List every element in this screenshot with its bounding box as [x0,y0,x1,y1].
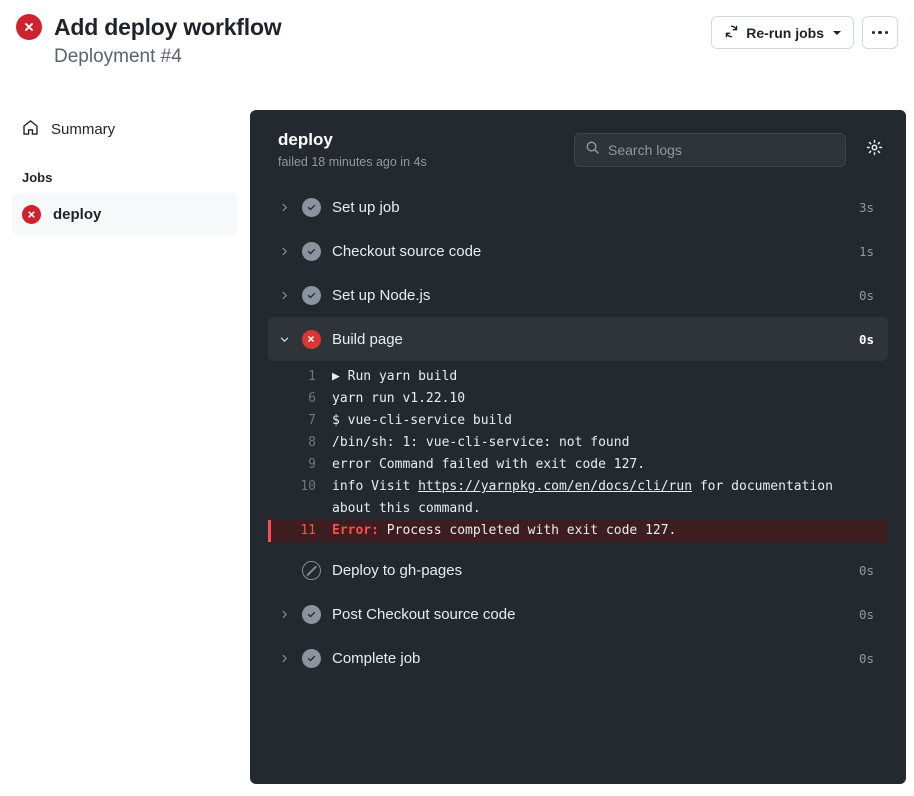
run-title-block: Add deploy workflow Deployment #4 [16,14,711,69]
sidebar-job-label: deploy [53,205,102,223]
step-row[interactable]: Checkout source code 1s [268,229,888,273]
error-tag: Error: [332,523,379,539]
chevron-right-icon[interactable] [272,246,296,257]
step-duration: 0s [858,650,874,666]
chevron-right-icon[interactable] [272,609,296,620]
step-label: Deploy to gh-pages [332,561,463,579]
log-line-number: 1 [308,369,316,385]
group-caret-icon[interactable]: ▶ [332,369,348,384]
step-duration: 1s [858,243,874,259]
step-row[interactable]: Complete job 0s [268,636,888,680]
x-circle-fill-icon [296,329,326,349]
step-row[interactable]: Set up job 3s [268,185,888,229]
more-options-button[interactable] [862,16,898,49]
rerun-jobs-label: Re-run jobs [746,24,824,41]
step-duration: 0s [858,331,874,347]
log-line-text: Error: Process completed with exit code … [332,523,677,539]
search-logs-input[interactable] [608,141,835,158]
step-duration: 0s [858,287,874,303]
step-duration: 0s [858,562,874,578]
yarn-docs-link[interactable]: https://yarnpkg.com/en/docs/cli/run [418,479,692,494]
kebab-horizontal-icon [871,30,876,35]
sync-icon [724,24,739,42]
log-line-number: 9 [308,457,316,473]
log-line-number: 6 [308,391,316,407]
step-duration: 0s [858,606,874,622]
sidebar-jobs-heading: Jobs [22,170,53,185]
log-output: 1 ▶ Run yarn build 6 yarn run v1.22.10 7… [268,361,888,548]
step-row-build-page[interactable]: Build page 0s [268,317,888,362]
search-icon [585,140,600,160]
log-job-status-text: failed 18 minutes ago in 4s [278,155,427,170]
sidebar-item-summary-label: Summary [51,120,116,138]
steps-list: Set up job 3s Checkout source code 1s Se… [250,185,906,680]
page-title: Add deploy workflow [54,14,282,40]
step-duration: 3s [858,199,874,215]
chevron-down-icon[interactable] [272,334,296,345]
step-label: Checkout source code [332,242,482,260]
step-label: Complete job [332,649,421,667]
home-icon [22,119,39,140]
check-circle-fill-icon [296,241,326,261]
skip-circle-icon [296,560,326,580]
log-line-text: ▶ Run yarn build [332,369,458,385]
sidebar-item-summary[interactable]: Summary [12,110,238,148]
gear-icon [866,139,883,161]
step-label: Set up Node.js [332,286,431,304]
log-line: 7 $ vue-cli-service build [268,410,888,432]
log-line-number: 11 [300,523,316,539]
chevron-right-icon[interactable] [272,202,296,213]
search-logs-box[interactable] [574,132,846,167]
check-circle-fill-icon [296,648,326,668]
log-line-text: error Command failed with exit code 127. [332,457,646,473]
step-label: Post Checkout source code [332,605,516,623]
log-job-name: deploy [278,130,333,149]
step-row[interactable]: Set up Node.js 0s [268,273,888,317]
chevron-down-icon [833,30,841,35]
sidebar: Summary Jobs deploy [0,110,250,235]
check-circle-fill-icon [296,604,326,624]
log-line: 1 ▶ Run yarn build [268,366,888,388]
rerun-jobs-button[interactable]: Re-run jobs [711,16,854,49]
log-header-text: deploy failed 18 minutes ago in 4s [278,130,574,169]
log-settings-button[interactable] [860,136,888,164]
log-line-text: info Visit https://yarnpkg.com/en/docs/c… [332,479,841,517]
log-line: 9 error Command failed with exit code 12… [268,454,888,476]
chevron-right-icon[interactable] [272,653,296,664]
log-line-number: 10 [300,479,316,495]
x-circle-fill-icon [16,14,42,41]
kebab-horizontal-icon-dot3 [884,30,889,35]
page-subtitle: Deployment #4 [54,46,182,68]
log-line: 8 /bin/sh: 1: vue-cli-service: not found [268,432,888,454]
x-circle-fill-icon [22,204,41,224]
header-actions: Re-run jobs [711,16,898,49]
log-line-text: $ vue-cli-service build [332,413,513,429]
kebab-horizontal-icon-dot2 [878,30,882,35]
step-label: Set up job [332,198,400,216]
page-header: Add deploy workflow Deployment #4 Re-run… [0,0,914,69]
step-label: Build page [332,330,403,348]
log-line-text: yarn run v1.22.10 [332,391,466,407]
log-line-number: 7 [308,413,316,429]
log-line: 10 info Visit https://yarnpkg.com/en/doc… [268,476,888,520]
step-row[interactable]: Deploy to gh-pages 0s [268,548,888,592]
check-circle-fill-icon [296,285,326,305]
log-panel: deploy failed 18 minutes ago in 4s Searc… [250,110,906,784]
log-line-text: /bin/sh: 1: vue-cli-service: not found [332,435,630,451]
sidebar-item-job-deploy[interactable]: deploy [12,193,238,235]
log-line: 6 yarn run v1.22.10 [268,388,888,410]
check-circle-fill-icon [296,197,326,217]
chevron-right-icon[interactable] [272,290,296,301]
log-line-error: 11 Error: Process completed with exit co… [268,520,888,543]
run-title-row: Add deploy workflow [16,14,711,41]
step-row[interactable]: Post Checkout source code 0s [268,592,888,636]
log-line-number: 8 [308,435,316,451]
log-panel-header: deploy failed 18 minutes ago in 4s [250,110,906,185]
